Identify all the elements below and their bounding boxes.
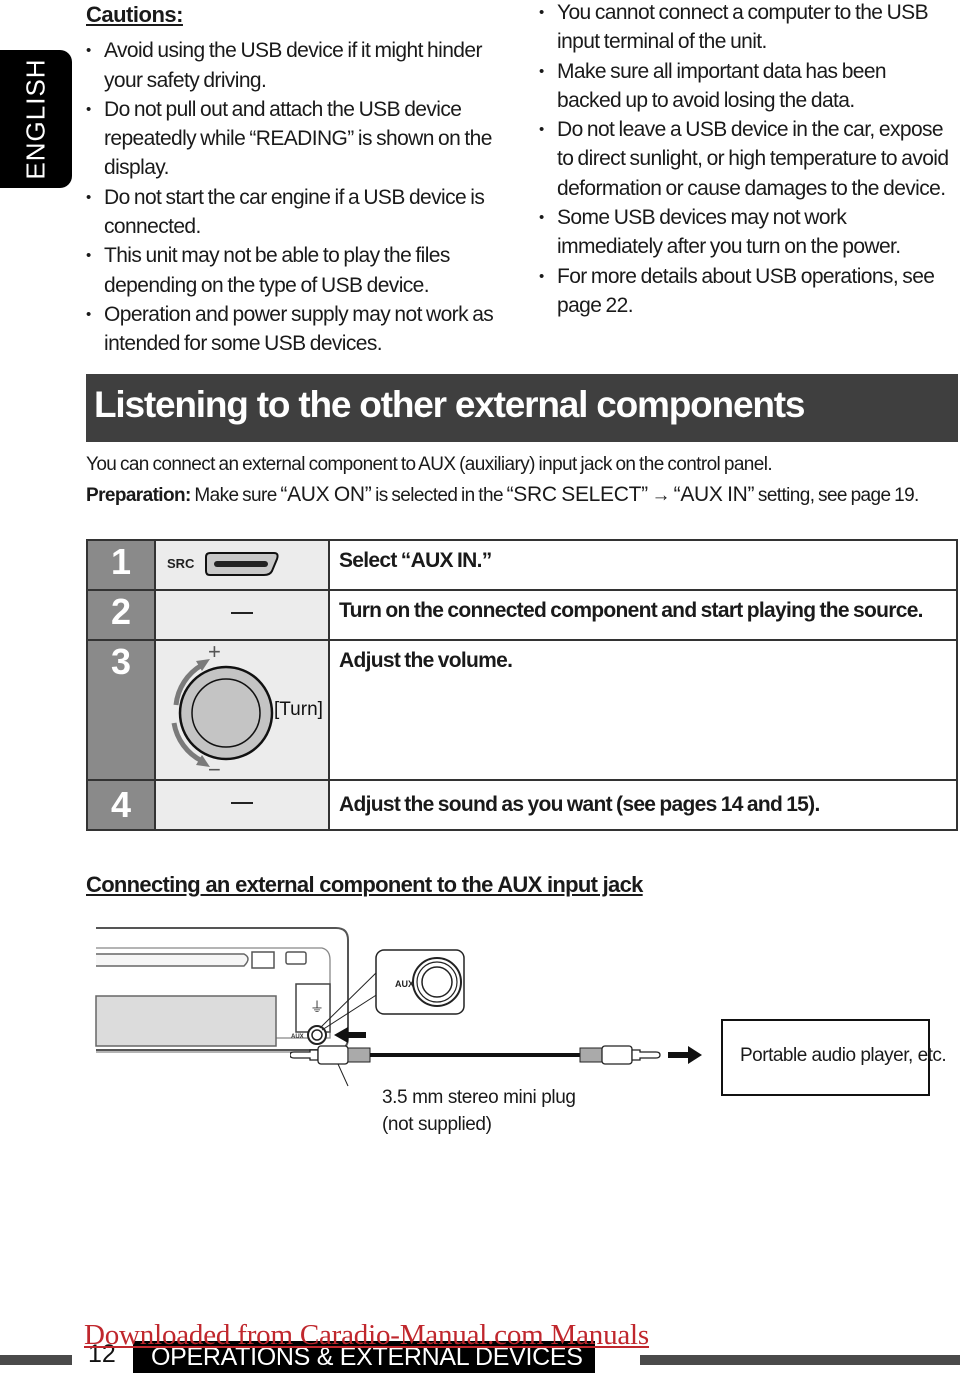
preparation-text: Make sure [190,485,281,506]
plug-label: 3.5 mm stereo mini plug (not supplied) [382,1084,576,1138]
caution-item: Do not start the car engine if a USB dev… [86,183,506,242]
section-intro: You can connect an external component to… [86,450,919,511]
language-tab-label: ENGLISH [20,58,51,180]
dash-icon [231,612,253,614]
caution-item: Do not pull out and attach the USB devic… [86,95,506,183]
intro-text: You can connect an external component to… [86,454,773,475]
step-illustration [154,779,330,831]
cautions-right-column: You cannot connect a computer to the USB… [539,0,954,320]
caution-item: Make sure all important data has been ba… [539,57,954,116]
step-illustration: + − [Turn] [154,639,330,782]
src-button-label: SRC [167,556,195,571]
step-text: Adjust the sound as you want (see pages … [328,779,958,831]
preparation-text: is selected in the [371,485,507,506]
connect-arrow-icon [668,1046,702,1064]
step-illustration: SRC [154,539,330,591]
cautions-list-left: Avoid using the USB device if it might h… [86,36,506,358]
aux-in-setting: “AUX IN” [673,483,755,506]
step-row: 2 Turn on the connected component and st… [86,589,958,641]
connection-title: Connecting an external component to the … [86,872,643,897]
footer-bar-right [640,1355,960,1365]
step-row: 1 SRC Select “AUX IN.” [86,539,958,591]
portable-player-box: Portable audio player, etc. [721,1019,947,1096]
arrow-icon: → [647,485,674,506]
plug-leader-line [337,1063,349,1087]
cable-diagram [290,1045,702,1087]
watermark-link[interactable]: Downloaded from Caradio-Manual.com Manua… [84,1319,649,1352]
volume-knob-icon [171,659,274,767]
cable [370,1053,580,1057]
aux-callout-label: AUX [395,979,414,989]
caution-item: You cannot connect a computer to the USB… [539,0,954,57]
language-tab: ENGLISH [0,50,72,188]
plug-label-line2: (not supplied) [382,1114,492,1135]
steps-table: 1 SRC Select “AUX IN.” 2 Turn on the con… [86,539,958,831]
mini-plug-left [290,1045,371,1065]
caution-item: Avoid using the USB device if it might h… [86,36,506,95]
usb-icon: ⏚ [310,999,324,1015]
step-number: 3 [86,639,156,781]
section-title: Listening to the other external componen… [94,384,805,425]
step-illustration [154,589,330,641]
caution-item: This unit may not be able to play the fi… [86,241,506,300]
dash-icon [231,802,253,804]
preparation-label: Preparation: [86,485,191,506]
cautions-left-column: Cautions: Avoid using the USB device if … [86,0,506,359]
step-number: 4 [86,779,156,831]
cautions-title: Cautions: [86,2,183,27]
cautions-list-right: You cannot connect a computer to the USB… [539,0,954,320]
src-button-icon [205,552,279,576]
step-text: Select “AUX IN.” [328,539,958,591]
step-row: 3 + − [Turn] Adjust the volume. [86,639,958,782]
src-select-setting: “SRC SELECT” [506,483,649,506]
caution-item: Some USB devices may not work immediatel… [539,203,954,262]
step-number: 2 [86,589,156,641]
portable-player-label: Portable audio player, etc. [740,1045,947,1066]
caution-item: Do not leave a USB device in the car, ex… [539,115,954,203]
aux-on-setting: “AUX ON” [280,483,372,506]
step-number: 1 [86,539,156,591]
caution-item: For more details about USB operations, s… [539,262,954,321]
section-banner: Listening to the other external componen… [86,374,958,442]
mini-plug-right [579,1045,661,1065]
caution-item: Operation and power supply may not work … [86,300,506,359]
preparation-text: setting, see page 19. [754,485,919,506]
turn-label: [Turn] [274,699,323,720]
preparation-line: Preparation: Make sure “AUX ON” is selec… [86,480,919,511]
volume-up-label: + [208,639,221,664]
step-text: Adjust the volume. [328,639,958,781]
footer-bar-left [0,1355,72,1365]
step-row: 4 Adjust the sound as you want (see page… [86,779,958,831]
plug-label-line1: 3.5 mm stereo mini plug [382,1087,576,1108]
step-text: Turn on the connected component and star… [328,589,958,641]
